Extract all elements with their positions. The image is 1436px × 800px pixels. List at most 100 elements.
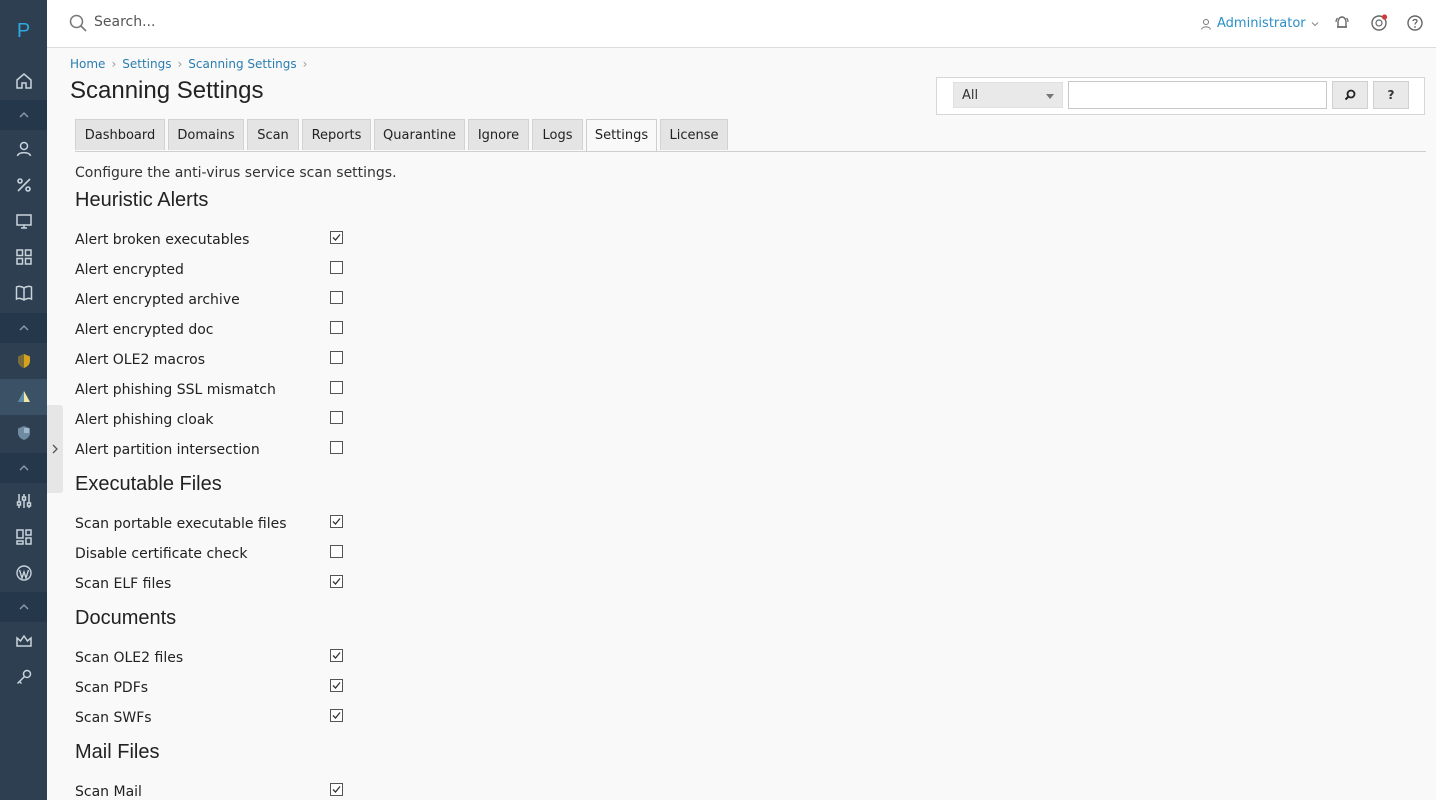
- tab-domains[interactable]: Domains: [168, 119, 244, 150]
- crown-icon[interactable]: [0, 623, 47, 659]
- filter-panel: All ?: [936, 77, 1425, 115]
- tab-scan[interactable]: Scan: [247, 119, 299, 150]
- breadcrumb-settings[interactable]: Settings: [122, 57, 171, 71]
- setting-label: Alert partition intersection: [75, 442, 260, 458]
- alert-encrypted-checkbox[interactable]: [330, 261, 343, 274]
- setting-label: Scan PDFs: [75, 680, 149, 696]
- tab-logs[interactable]: Logs: [532, 119, 583, 150]
- alert-encrypted-archive-checkbox[interactable]: [330, 291, 343, 304]
- setting-label: Alert encrypted: [75, 262, 184, 278]
- search-icon: [69, 14, 87, 32]
- chevron-right-icon: ›: [302, 57, 308, 71]
- checkmark-icon: [332, 712, 341, 719]
- logo[interactable]: P: [0, 0, 47, 62]
- percent-icon[interactable]: [0, 167, 47, 203]
- home-icon[interactable]: [0, 63, 47, 99]
- alert-encrypted-doc-checkbox[interactable]: [330, 321, 343, 334]
- alert-partition-intersection-checkbox[interactable]: [330, 441, 343, 454]
- chevron-down-icon: [1311, 21, 1318, 26]
- filter-search-button[interactable]: [1332, 81, 1368, 109]
- checkmark-icon: [332, 518, 341, 525]
- tab-dashboard[interactable]: Dashboard: [75, 119, 165, 150]
- checkmark-icon: [332, 786, 341, 793]
- setting-label: Disable certificate check: [75, 546, 248, 562]
- tab-ignore[interactable]: Ignore: [468, 119, 529, 150]
- sidebar: P: [0, 0, 47, 800]
- collapse-group-4-button[interactable]: [0, 592, 47, 622]
- scan-portable-executable-checkbox[interactable]: [330, 515, 343, 528]
- setting-label: Alert encrypted archive: [75, 292, 240, 308]
- chevron-right-icon: [52, 444, 58, 454]
- section-title-documents: Documents: [75, 607, 177, 629]
- top-bar: Search... Administrator: [47, 0, 1436, 48]
- checkmark-icon: [332, 652, 341, 659]
- checkmark-icon: [332, 234, 341, 241]
- key-icon[interactable]: [0, 659, 47, 695]
- scan-swfs-checkbox[interactable]: [330, 709, 343, 722]
- tab-quarantine[interactable]: Quarantine: [374, 119, 465, 150]
- breadcrumb: Home › Settings › Scanning Settings ›: [70, 57, 313, 71]
- scan-pdfs-checkbox[interactable]: [330, 679, 343, 692]
- monitor-icon[interactable]: [0, 203, 47, 239]
- shield-blue-icon[interactable]: [0, 415, 47, 451]
- setting-label: Scan OLE2 files: [75, 650, 184, 666]
- notifications-icon[interactable]: [1333, 14, 1351, 32]
- breadcrumb-scanning-settings[interactable]: Scanning Settings: [188, 57, 296, 71]
- sliders-icon[interactable]: [0, 483, 47, 519]
- scan-ole2-files-checkbox[interactable]: [330, 649, 343, 662]
- tab-reports[interactable]: Reports: [302, 119, 371, 150]
- caret-down-icon: [1046, 94, 1054, 99]
- collapse-group-2-button[interactable]: [0, 313, 47, 343]
- setting-label: Scan SWFs: [75, 710, 152, 726]
- setting-label: Scan Mail: [75, 784, 142, 800]
- question-icon[interactable]: [1406, 14, 1424, 32]
- section-title-heuristic-alerts: Heuristic Alerts: [75, 189, 209, 211]
- scan-elf-files-checkbox[interactable]: [330, 575, 343, 588]
- setting-label: Alert OLE2 macros: [75, 352, 206, 368]
- breadcrumb-home[interactable]: Home: [70, 57, 105, 71]
- setting-label: Alert phishing cloak: [75, 412, 214, 428]
- antivirus-icon[interactable]: [0, 379, 47, 415]
- shield-yellow-icon[interactable]: [0, 343, 47, 379]
- user-icon[interactable]: [0, 131, 47, 167]
- section-title-mail-files: Mail Files: [75, 741, 160, 763]
- disable-certificate-check-checkbox[interactable]: [330, 545, 343, 558]
- tab-license[interactable]: License: [660, 119, 728, 150]
- checkmark-icon: [332, 682, 341, 689]
- chevron-right-icon: ›: [177, 57, 183, 71]
- user-name: Administrator: [1217, 16, 1306, 31]
- alert-phishing-cloak-checkbox[interactable]: [330, 411, 343, 424]
- user-menu[interactable]: Administrator: [1200, 16, 1319, 31]
- apps-icon[interactable]: [0, 239, 47, 275]
- tab-settings[interactable]: Settings: [586, 119, 657, 151]
- tab-bar: Dashboard Domains Scan Reports Quarantin…: [75, 119, 1426, 152]
- setting-label: Scan ELF files: [75, 576, 172, 592]
- setting-label: Alert phishing SSL mismatch: [75, 382, 276, 398]
- chevron-right-icon: ›: [111, 57, 117, 71]
- filter-select[interactable]: All: [953, 82, 1063, 108]
- user-icon: [1201, 18, 1211, 30]
- section-title-executable-files: Executable Files: [75, 473, 222, 495]
- filter-select-value: All: [962, 88, 979, 103]
- page-title: Scanning Settings: [70, 77, 264, 104]
- wordpress-icon[interactable]: [0, 555, 47, 591]
- setting-label: Scan portable executable files: [75, 516, 287, 532]
- scan-mail-checkbox[interactable]: [330, 783, 343, 796]
- search-icon: [1344, 89, 1356, 101]
- collapse-group-1-button[interactable]: [0, 100, 47, 130]
- collapse-group-3-button[interactable]: [0, 453, 47, 483]
- filter-search-input[interactable]: [1068, 81, 1327, 109]
- global-search-input[interactable]: Search...: [94, 14, 155, 30]
- alert-phishing-ssl-mismatch-checkbox[interactable]: [330, 381, 343, 394]
- filter-help-button[interactable]: ?: [1373, 81, 1409, 109]
- help-center-icon[interactable]: [1370, 14, 1388, 32]
- setting-label: Alert broken executables: [75, 232, 250, 248]
- intro-text: Configure the anti-virus service scan se…: [75, 165, 397, 181]
- sidebar-expand-button[interactable]: [47, 405, 63, 493]
- alert-broken-executables-checkbox[interactable]: [330, 231, 343, 244]
- layout-icon[interactable]: [0, 519, 47, 555]
- alert-ole2-macros-checkbox[interactable]: [330, 351, 343, 364]
- book-icon[interactable]: [0, 275, 47, 311]
- setting-label: Alert encrypted doc: [75, 322, 214, 338]
- checkmark-icon: [332, 578, 341, 585]
